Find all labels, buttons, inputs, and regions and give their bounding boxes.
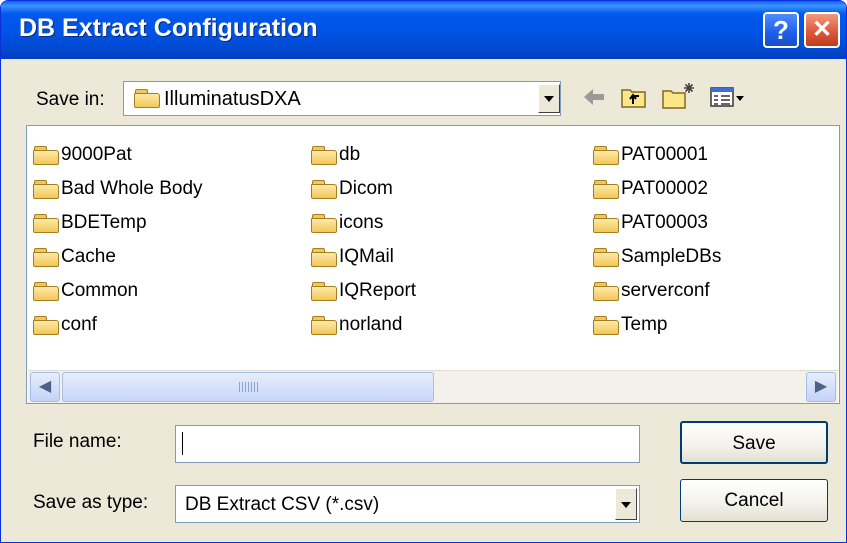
folder-icon (593, 248, 619, 267)
close-icon: ✕ (811, 16, 833, 43)
dropdown-arrow-icon (544, 96, 554, 102)
folder-icon (593, 282, 619, 301)
dialog-window: DB Extract Configuration ? ✕ Save in: Il… (0, 0, 847, 543)
title-bar[interactable]: DB Extract Configuration ? ✕ (1, 1, 846, 59)
folder-icon (311, 282, 337, 301)
folder-icon (593, 214, 619, 233)
scroll-left-icon: ◀ (38, 378, 52, 395)
up-folder-icon[interactable] (619, 84, 649, 112)
scrollbar-thumb[interactable] (62, 372, 434, 402)
scroll-right-icon: ▶ (814, 378, 828, 395)
close-button[interactable]: ✕ (804, 12, 840, 48)
grip-icon (239, 382, 259, 392)
save-in-dropdown[interactable]: IlluminatusDXA (123, 81, 561, 116)
dropdown-arrow-icon (621, 502, 631, 508)
folder-icon (593, 146, 619, 165)
back-arrow-icon[interactable] (579, 84, 609, 112)
new-folder-icon[interactable] (661, 81, 697, 111)
text-cursor (182, 432, 183, 455)
folder-icon (33, 180, 59, 199)
scroll-left-button[interactable]: ◀ (30, 372, 60, 402)
folder-icon (33, 214, 59, 233)
folder-icon (33, 248, 59, 267)
save-as-type-dropdown[interactable]: DB Extract CSV (*.csv) (175, 485, 640, 523)
file-list[interactable]: 9000Pat Bad Whole Body BDETemp Cache Com… (26, 125, 840, 404)
cancel-button[interactable]: Cancel (680, 479, 828, 522)
folder-icon (311, 248, 337, 267)
save-in-value: IlluminatusDXA (164, 88, 301, 110)
folder-icon (311, 214, 337, 233)
file-name-label: File name: (33, 431, 122, 452)
folder-icon (311, 180, 337, 199)
folder-icon (134, 89, 160, 108)
folder-icon (33, 316, 59, 335)
save-as-type-label: Save as type: (33, 492, 149, 513)
folder-icon (593, 180, 619, 199)
help-button[interactable]: ? (763, 12, 799, 48)
folder-icon (311, 146, 337, 165)
help-icon: ? (773, 15, 789, 45)
save-as-type-dropdown-button[interactable] (615, 488, 637, 520)
save-in-label: Save in: (36, 89, 105, 110)
folder-icon (33, 146, 59, 165)
horizontal-scrollbar[interactable]: ◀ ▶ (28, 370, 838, 403)
folder-icon (311, 316, 337, 335)
save-as-type-value: DB Extract CSV (*.csv) (185, 494, 380, 515)
view-menu-icon[interactable] (709, 84, 747, 112)
folder-icon (593, 316, 619, 335)
save-in-dropdown-button[interactable] (538, 84, 560, 113)
window-title: DB Extract Configuration (19, 14, 318, 42)
scroll-right-button[interactable]: ▶ (806, 372, 836, 402)
folder-icon (33, 282, 59, 301)
save-button[interactable]: Save (680, 421, 828, 464)
file-name-input[interactable] (175, 425, 640, 463)
